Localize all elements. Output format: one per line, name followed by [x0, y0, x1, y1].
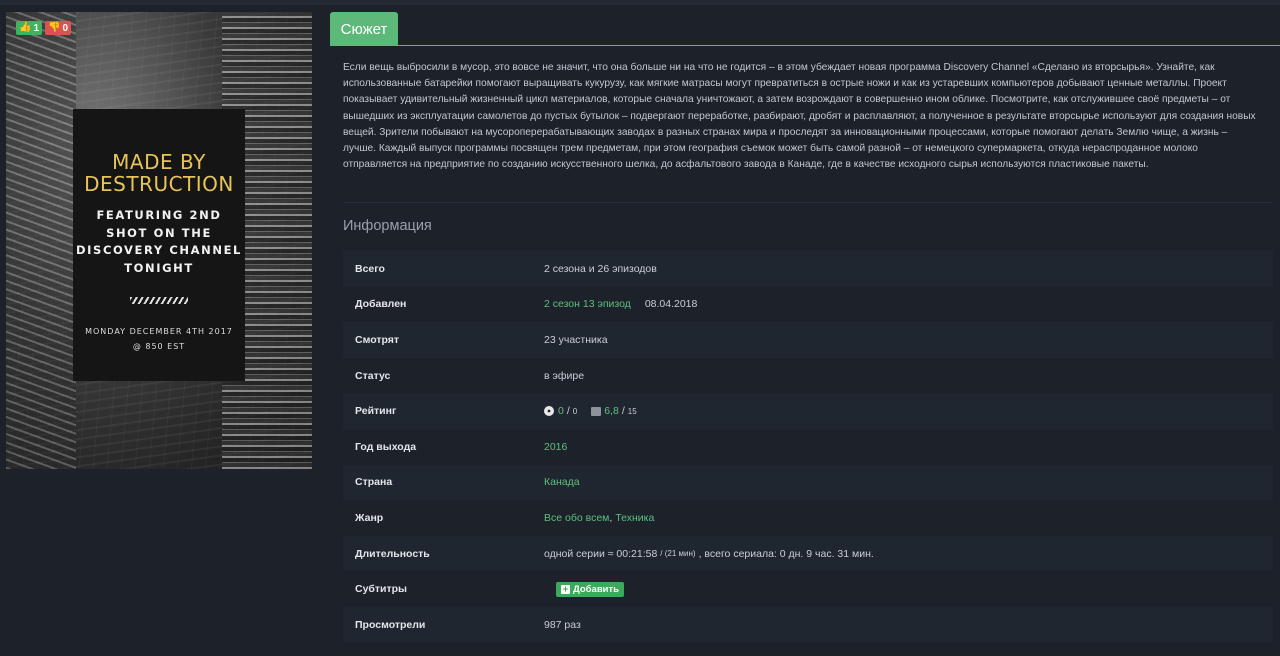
- info-label: Всего: [355, 262, 385, 275]
- info-heading: Информация: [343, 218, 432, 234]
- info-label: Страна: [355, 476, 393, 489]
- genre-separator: ,: [609, 511, 613, 524]
- site-rating-votes: 0: [572, 406, 578, 416]
- info-row-added: Добавлен 2 сезон 13 эпизод 08.04.2018: [343, 287, 1273, 323]
- duration-episode: одной серии ≈ 00:21:58: [544, 547, 658, 560]
- poster-title: MADE BY DESTRUCTION: [84, 150, 234, 196]
- add-subtitles-label: Добавить: [573, 583, 620, 595]
- info-value: + Добавить: [544, 581, 625, 597]
- dislike-button[interactable]: 👎 0: [45, 21, 72, 35]
- info-label: Смотрят: [355, 333, 400, 346]
- imdb-rating-value: 6,8: [604, 405, 619, 418]
- info-value: 23 участника: [544, 333, 608, 346]
- info-row-views: Просмотрели 987 раз: [343, 606, 1273, 643]
- info-label: Добавлен: [355, 298, 407, 311]
- info-label: Жанр: [355, 511, 384, 524]
- latest-episode-link[interactable]: 2 сезон 13 эпизод: [544, 298, 631, 310]
- info-label: Длительность: [355, 547, 430, 560]
- info-label: Статус: [355, 369, 391, 382]
- info-value: Все обо всем , Техника: [544, 512, 654, 524]
- info-value: 0 / 0 6,8 / 15: [544, 405, 637, 417]
- top-bar: [0, 0, 1280, 5]
- year-link[interactable]: 2016: [544, 441, 567, 453]
- info-label: Просмотрели: [355, 618, 426, 631]
- info-value: 2 сезон 13 эпизод 08.04.2018: [544, 298, 697, 310]
- info-row-status: Статус в эфире: [343, 358, 1273, 394]
- poster-image[interactable]: MADE BY DESTRUCTION FEATURING 2ND SHOT O…: [6, 12, 312, 469]
- info-value: 2 сезона и 26 эпизодов: [544, 262, 657, 275]
- info-value: одной серии ≈ 00:21:58 / (21 мин) , всег…: [544, 548, 874, 560]
- info-row-genre: Жанр Все обо всем , Техника: [343, 500, 1273, 536]
- poster-panel: MADE BY DESTRUCTION FEATURING 2ND SHOT O…: [73, 109, 245, 381]
- info-row-year: Год выхода 2016: [343, 429, 1273, 465]
- info-row-subtitles: Субтитры + Добавить: [343, 571, 1273, 607]
- info-row-total: Всего 2 сезона и 26 эпизодов: [343, 251, 1273, 287]
- like-count: 1: [33, 22, 40, 34]
- site-rating-separator: /: [566, 405, 570, 418]
- genre-link-2[interactable]: Техника: [615, 512, 654, 524]
- duration-minutes: / (21 мин): [660, 549, 696, 559]
- added-date: 08.04.2018: [644, 298, 698, 311]
- like-button[interactable]: 👍 1: [16, 21, 43, 35]
- info-label: Субтитры: [355, 583, 408, 596]
- tab-plot[interactable]: Сюжет: [330, 12, 398, 46]
- plus-icon: +: [561, 583, 570, 594]
- duration-total: , всего сериала: 0 дн. 9 час. 31 мин.: [698, 547, 874, 560]
- site-rating-value: 0: [558, 405, 564, 418]
- poster-stripes: [130, 297, 188, 304]
- plot-description: Если вещь выбросили в мусор, это вовсе н…: [343, 62, 1256, 171]
- info-label: Год выхода: [355, 440, 417, 453]
- info-value: в эфире: [544, 369, 585, 382]
- info-row-country: Страна Канада: [343, 464, 1273, 501]
- divider: [343, 202, 1273, 203]
- country-link[interactable]: Канада: [544, 476, 580, 488]
- poster-background-left: [6, 12, 76, 469]
- info-label: Рейтинг: [355, 405, 397, 418]
- info-row-watching: Смотрят 23 участника: [343, 322, 1273, 358]
- poster-subtitle: FEATURING 2ND SHOT ON THE DISCOVERY CHAN…: [76, 208, 242, 275]
- dislike-count: 0: [62, 22, 69, 34]
- vote-badges: 👍 1 👎 0: [16, 21, 72, 35]
- info-table: Всего 2 сезона и 26 эпизодов Добавлен 2 …: [343, 251, 1273, 643]
- add-subtitles-button[interactable]: + Добавить: [556, 581, 625, 597]
- poster-date-line2: @ 850 EST: [132, 342, 186, 351]
- imdb-rating-votes: 15: [627, 406, 637, 416]
- tab-underline: [330, 45, 1280, 46]
- info-value: 987 раз: [544, 618, 581, 631]
- film-reel-icon: [544, 406, 554, 417]
- poster-date-line1: MONDAY DECEMBER 4TH 2017: [85, 327, 233, 336]
- info-row-duration: Длительность одной серии ≈ 00:21:58 / (2…: [343, 535, 1273, 572]
- imdb-rating-separator: /: [621, 405, 625, 418]
- genre-link-1[interactable]: Все обо всем: [544, 512, 609, 524]
- info-row-rating: Рейтинг 0 / 0 6,8 / 15: [343, 393, 1273, 429]
- thumbs-up-icon: 👍: [19, 22, 32, 33]
- thumbs-down-icon: 👎: [48, 22, 61, 33]
- imdb-icon: [591, 406, 602, 416]
- poster-date: MONDAY DECEMBER 4TH 2017 @ 850 EST: [73, 324, 245, 354]
